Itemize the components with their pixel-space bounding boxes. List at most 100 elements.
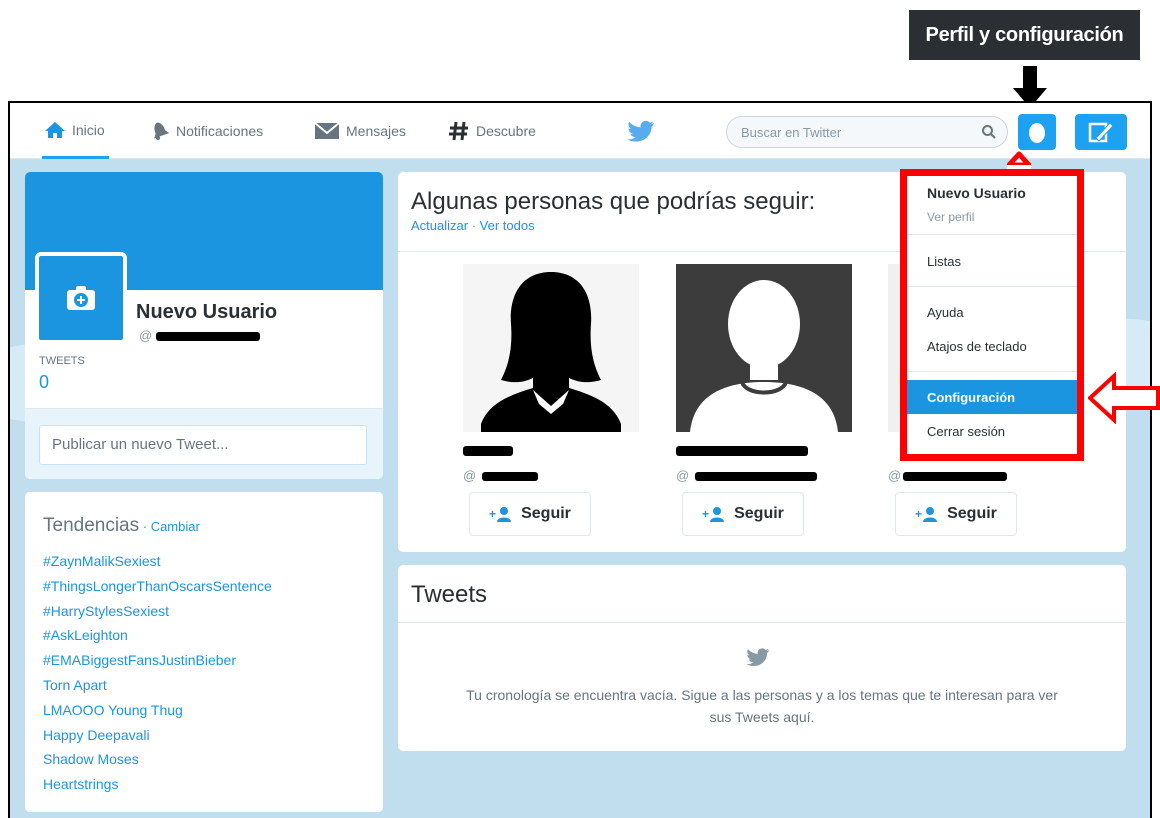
trend-item[interactable]: #EMABiggestFansJustinBieber <box>43 648 272 673</box>
menu-item-settings[interactable]: Configuración <box>907 380 1077 414</box>
trend-item[interactable]: Shadow Moses <box>43 747 272 772</box>
trend-item[interactable]: Torn Apart <box>43 673 272 698</box>
trend-item[interactable]: #HarryStylesSexiest <box>43 599 272 624</box>
suggested-user-handle[interactable]: @ <box>676 468 852 484</box>
hashtag-icon <box>449 121 468 141</box>
divider <box>907 234 1077 235</box>
redacted-handle <box>482 472 539 482</box>
female-silhouette-icon <box>481 272 621 432</box>
timeline-card: Tweets Tu cronología se encuentra vacía.… <box>398 565 1126 751</box>
nav-messages[interactable]: Mensajes <box>314 103 406 159</box>
profile-handle-prefix: @ <box>139 328 153 343</box>
profile-dropdown-menu: Nuevo Usuario Ver perfil Listas Ayuda At… <box>900 169 1084 461</box>
camera-add-icon <box>67 286 95 310</box>
profile-photo[interactable] <box>35 252 127 344</box>
suggested-user-photo[interactable] <box>463 264 639 432</box>
dropdown-user-name[interactable]: Nuevo Usuario <box>927 185 1026 201</box>
compose-quill-icon <box>1088 122 1114 143</box>
nav-discover-label: Descubre <box>476 123 536 139</box>
redacted-handle <box>156 332 261 342</box>
twitter-bird-icon <box>746 648 770 667</box>
follow-button-label: Seguir <box>521 505 571 522</box>
menu-item-keyboard-shortcuts[interactable]: Atajos de teclado <box>907 329 1077 363</box>
divider <box>907 286 1077 287</box>
trends-list: #ZaynMalikSexiest #ThingsLongerThanOscar… <box>43 549 272 797</box>
timeline-empty-message: Tu cronología se encuentra vacía. Sigue … <box>466 687 1058 725</box>
envelope-icon <box>314 122 340 139</box>
dropdown-view-profile[interactable]: Ver perfil <box>927 210 974 224</box>
male-silhouette-icon <box>690 280 838 432</box>
menu-item-lists[interactable]: Listas <box>907 244 1077 278</box>
twitter-screenshot: Inicio Notificaciones Mensajes Descubre … <box>8 101 1152 818</box>
redacted-handle <box>695 472 818 482</box>
profile-handle[interactable]: @ <box>139 328 261 343</box>
follow-button-label: Seguir <box>734 505 784 522</box>
menu-item-logout[interactable]: Cerrar sesión <box>907 414 1077 448</box>
nav-notifications[interactable]: Notificaciones <box>150 103 263 159</box>
follow-button-label: Seguir <box>947 505 997 522</box>
follow-button[interactable]: + Seguir <box>895 492 1017 536</box>
menu-item-help[interactable]: Ayuda <box>907 295 1077 329</box>
suggested-user-handle[interactable]: @ <box>463 468 639 484</box>
nav-home[interactable]: Inicio <box>42 103 109 159</box>
nav-notifications-label: Notificaciones <box>176 123 264 139</box>
top-navigation-bar: Inicio Notificaciones Mensajes Descubre … <box>10 103 1150 159</box>
nav-discover[interactable]: Descubre <box>448 103 536 159</box>
trend-item[interactable]: #ThingsLongerThanOscarsSentence <box>43 574 272 599</box>
trend-item[interactable]: #ZaynMalikSexiest <box>43 549 272 574</box>
twitter-bird-icon[interactable] <box>627 120 655 142</box>
annotation-left-arrow-icon <box>1088 372 1160 424</box>
follow-button[interactable]: + Seguir <box>682 492 804 536</box>
nav-messages-label: Mensajes <box>346 123 406 139</box>
trend-item[interactable]: LMAOOO Young Thug <box>43 698 272 723</box>
redacted-handle <box>903 472 1008 482</box>
link-separator: · <box>471 218 477 233</box>
home-icon <box>45 121 65 138</box>
follow-user-icon: + <box>702 507 725 522</box>
profile-card: Nuevo Usuario @ TWEETS 0 Publicar un nue… <box>25 172 383 479</box>
redacted-name <box>463 445 513 456</box>
follow-user-icon: + <box>489 507 512 522</box>
compose-area: Publicar un nuevo Tweet... <box>25 408 383 479</box>
trends-title: Tendencias · Cambiar <box>43 515 200 536</box>
view-all-link[interactable]: Ver todos <box>480 218 535 233</box>
refresh-link[interactable]: Actualizar <box>411 218 468 233</box>
who-to-follow-title: Algunas personas que podrías seguir: <box>411 188 816 215</box>
svg-text:+: + <box>915 507 922 521</box>
search-input[interactable] <box>741 123 961 141</box>
new-tweet-input[interactable]: Publicar un nuevo Tweet... <box>39 425 367 465</box>
tweets-count-label[interactable]: TWEETS <box>39 355 85 367</box>
bell-icon <box>154 122 170 140</box>
search-icon[interactable] <box>981 124 997 140</box>
svg-text:+: + <box>489 507 496 521</box>
follow-button[interactable]: + Seguir <box>469 492 591 536</box>
egg-avatar-icon <box>1029 123 1045 143</box>
follow-user-icon: + <box>915 507 938 522</box>
tweets-count-value[interactable]: 0 <box>39 372 49 393</box>
suggested-user-handle-prefix: @ <box>463 468 477 483</box>
suggested-user: @ <box>463 264 639 484</box>
trend-item[interactable]: Heartstrings <box>43 772 272 797</box>
suggested-user-handle-prefix: @ <box>888 468 902 483</box>
profile-settings-button[interactable] <box>1018 114 1056 150</box>
search-box[interactable] <box>726 116 1008 148</box>
trends-card: Tendencias · Cambiar #ZaynMalikSexiest #… <box>25 492 383 812</box>
suggested-user: @ <box>676 264 852 484</box>
profile-name[interactable]: Nuevo Usuario <box>136 301 277 324</box>
suggested-user-photo[interactable] <box>676 264 852 432</box>
profile-settings-tooltip: Perfil y configuración <box>909 10 1140 60</box>
suggested-user-name[interactable] <box>676 442 852 458</box>
svg-text:+: + <box>702 507 709 521</box>
trend-item[interactable]: #AskLeighton <box>43 623 272 648</box>
trend-item[interactable]: Happy Deepavali <box>43 723 272 748</box>
suggested-user-name[interactable] <box>463 442 639 458</box>
timeline-title: Tweets <box>411 581 488 608</box>
divider <box>398 622 1126 623</box>
trends-change-link[interactable]: Cambiar <box>151 519 200 534</box>
nav-home-label: Inicio <box>72 121 105 138</box>
divider <box>907 371 1077 372</box>
compose-tweet-button[interactable] <box>1075 114 1127 150</box>
suggested-user-handle-prefix: @ <box>676 468 690 483</box>
suggested-user-handle[interactable]: @ <box>888 468 1064 484</box>
trends-title-text: Tendencias <box>43 515 140 536</box>
